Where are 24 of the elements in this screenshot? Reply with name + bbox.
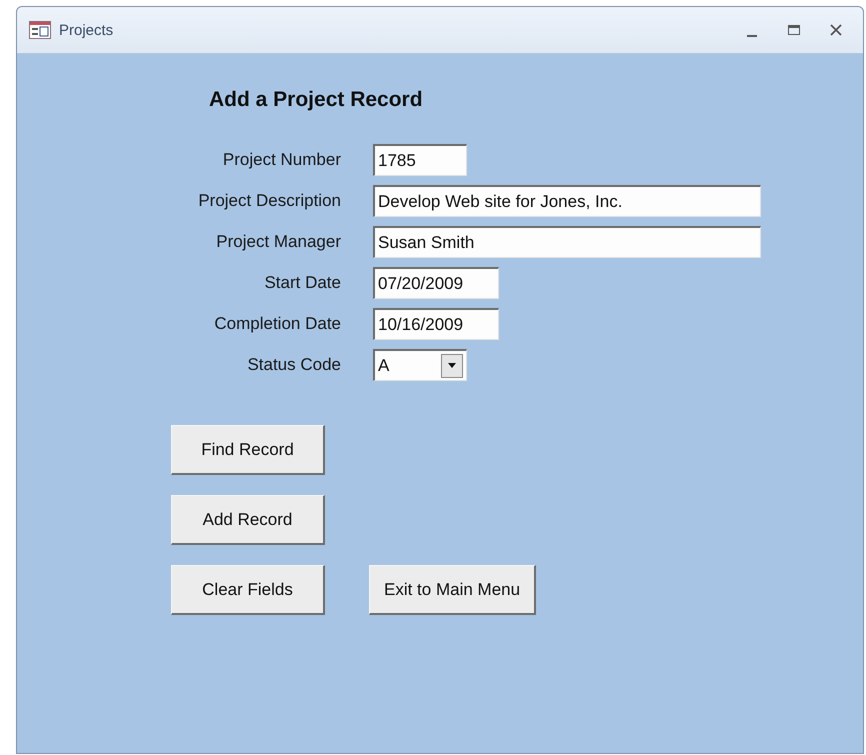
caret-icon: [448, 363, 456, 368]
input-field[interactable]: 07/20/2009: [373, 267, 499, 299]
window-title: Projects: [59, 22, 114, 38]
status-dropdown[interactable]: A: [373, 349, 467, 381]
input-field[interactable]: Susan Smith: [373, 226, 761, 258]
field-label: Project Description: [198, 191, 341, 211]
close-icon: [830, 24, 842, 36]
field-label: Completion Date: [214, 314, 341, 334]
input-field[interactable]: 10/16/2009: [373, 308, 499, 340]
field-label: Project Number: [222, 150, 341, 170]
form-button[interactable]: Find Record: [171, 425, 325, 475]
form-button[interactable]: Add Record: [171, 495, 325, 545]
form-button[interactable]: Clear Fields: [171, 565, 325, 615]
input-field[interactable]: Develop Web site for Jones, Inc.: [373, 185, 761, 217]
input-field[interactable]: 1785: [373, 144, 467, 176]
field-label: Status Code: [247, 355, 341, 375]
dropdown-button[interactable]: [441, 354, 463, 378]
field-label: Project Manager: [216, 232, 341, 252]
form-heading: Add a Project Record: [209, 88, 424, 112]
form-icon: [29, 21, 51, 39]
field-label: Start Date: [264, 273, 341, 293]
maximize-icon: [788, 25, 800, 35]
minimize-icon: [747, 35, 757, 37]
form-button[interactable]: Exit to Main Menu: [369, 565, 536, 615]
